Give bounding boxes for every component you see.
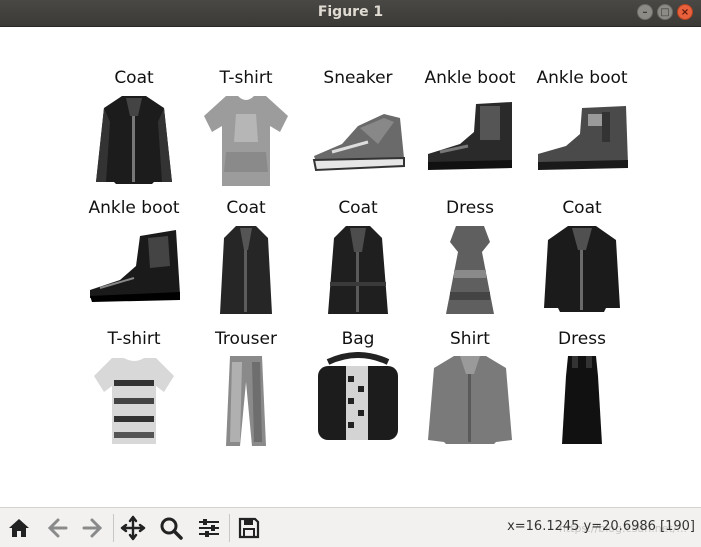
zoom-icon[interactable] — [158, 515, 184, 541]
panel-label: Shirt — [450, 329, 490, 349]
title-bar: Figure 1 – □ × — [0, 0, 701, 27]
home-icon[interactable] — [6, 515, 32, 541]
panel-label: Dress — [446, 198, 494, 218]
bag-image — [318, 352, 398, 440]
forward-icon[interactable] — [80, 515, 106, 541]
trouser-image — [226, 356, 266, 446]
dress-image — [562, 356, 602, 444]
tshirt-image — [94, 358, 174, 444]
panel-label: Dress — [558, 329, 606, 349]
window-title: Figure 1 — [317, 4, 384, 20]
sneaker-image — [312, 114, 405, 172]
maximize-button[interactable]: □ — [657, 4, 673, 20]
panel-label: Coat — [226, 198, 266, 218]
ankle-boot-image — [428, 102, 512, 170]
navigation-toolbar: https://blog.csdn.net/... x=16.1245 y=20… — [0, 507, 701, 547]
panel-label: Sneaker — [323, 68, 393, 88]
cursor-coordinates: x=16.1245 y=20.6986 [190] — [507, 519, 695, 534]
ankle-boot-image — [538, 106, 628, 170]
configure-subplots-icon[interactable] — [196, 515, 222, 541]
panel-label: T-shirt — [219, 68, 273, 88]
panel-label: Ankle boot — [88, 198, 180, 218]
minimize-button[interactable]: – — [637, 4, 653, 20]
coat-image — [328, 226, 388, 314]
tshirt-image — [204, 96, 288, 186]
coat-image — [96, 96, 172, 184]
panel-label: Bag — [341, 329, 375, 349]
panel-label: Ankle boot — [536, 68, 628, 88]
pan-icon[interactable] — [120, 515, 146, 541]
shirt-image — [428, 356, 512, 444]
coat-image — [544, 226, 620, 312]
panel-label: Ankle boot — [424, 68, 516, 88]
toolbar-separator — [113, 514, 114, 542]
coat-image — [220, 226, 272, 314]
panel-label: T-shirt — [107, 329, 161, 349]
figure-canvas[interactable]: Coat T-shirt Sneaker Ankle boot Ankle bo… — [0, 27, 701, 507]
panel-label: Trouser — [215, 329, 277, 349]
panel-label: Coat — [114, 68, 154, 88]
toolbar-separator — [229, 514, 230, 542]
panel-label: Coat — [338, 198, 378, 218]
dress-image — [446, 226, 494, 314]
back-icon[interactable] — [44, 515, 70, 541]
ankle-boot-image — [90, 230, 180, 302]
close-button[interactable]: × — [677, 4, 693, 20]
save-icon[interactable] — [236, 515, 262, 541]
panel-label: Coat — [562, 198, 602, 218]
